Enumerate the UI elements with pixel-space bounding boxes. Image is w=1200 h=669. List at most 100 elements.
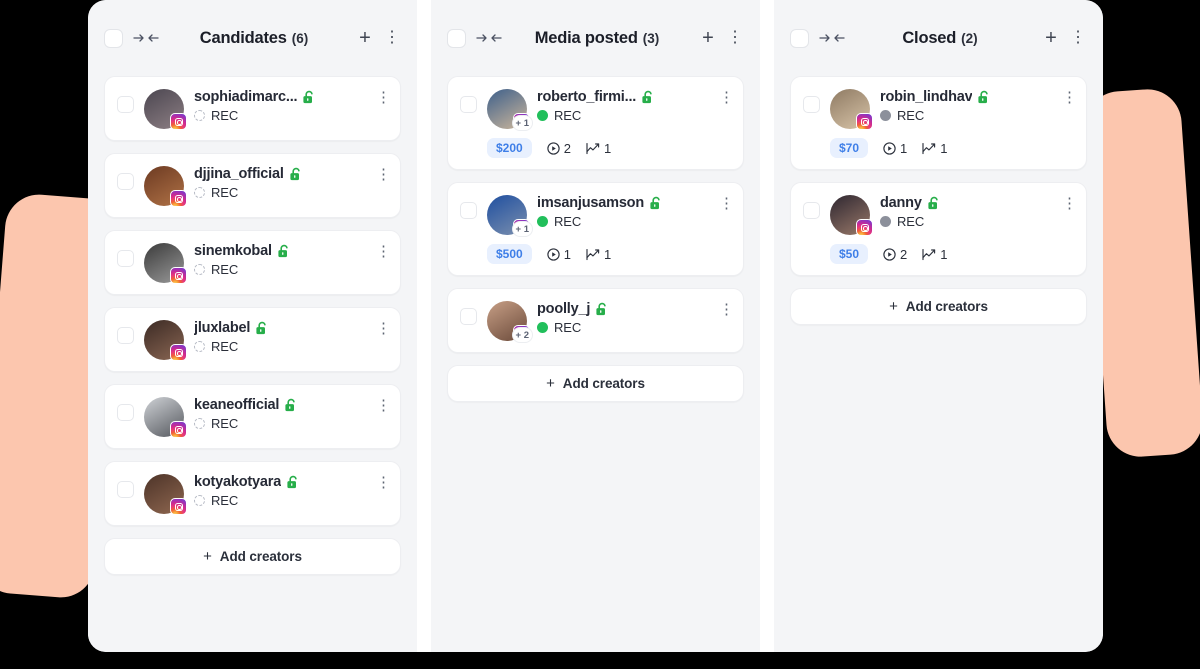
- card-menu-button[interactable]: ⋮: [1062, 90, 1077, 105]
- unlocked-icon[interactable]: [927, 196, 941, 211]
- card-info: roberto_firmi... REC: [537, 88, 709, 123]
- status-dot-pending: [194, 418, 205, 429]
- card-select-checkbox[interactable]: [803, 202, 820, 219]
- column-select-checkbox[interactable]: [447, 28, 466, 48]
- card-select-checkbox[interactable]: [117, 96, 134, 113]
- card-select-checkbox[interactable]: [117, 250, 134, 267]
- unlocked-icon[interactable]: [641, 90, 655, 105]
- add-creators-button[interactable]: + Add creators: [104, 538, 401, 575]
- avatar: [830, 195, 873, 236]
- unlocked-icon[interactable]: [649, 196, 663, 211]
- collapse-arrows-icon[interactable]: [819, 32, 845, 44]
- creator-username[interactable]: keaneofficial: [194, 397, 279, 413]
- unlocked-icon[interactable]: [255, 321, 269, 336]
- card-status-row: REC: [880, 108, 1052, 123]
- column-candidates: Candidates (6) + ⋮ sophiadimarc... REC ⋮ djjina…: [88, 0, 417, 652]
- card-menu-button[interactable]: ⋮: [376, 244, 391, 259]
- avatar-extra-count: + 1: [511, 115, 533, 131]
- card-select-checkbox[interactable]: [803, 96, 820, 113]
- creator-card[interactable]: robin_lindhav REC ⋮ $70 1 1: [790, 76, 1087, 170]
- creator-username[interactable]: jluxlabel: [194, 320, 250, 336]
- add-creators-button[interactable]: + Add creators: [790, 288, 1087, 325]
- creator-username[interactable]: imsanjusamson: [537, 195, 644, 211]
- card-select-checkbox[interactable]: [117, 327, 134, 344]
- creator-card[interactable]: + 1 roberto_firmi... REC ⋮ $200 2 1: [447, 76, 744, 170]
- unlocked-icon[interactable]: [302, 90, 316, 105]
- creator-username[interactable]: robin_lindhav: [880, 89, 972, 105]
- creator-card[interactable]: sinemkobal REC ⋮: [104, 230, 401, 295]
- avatar: + 1: [487, 89, 533, 131]
- add-card-button[interactable]: +: [355, 28, 375, 48]
- card-status-row: REC: [194, 339, 366, 354]
- creator-username[interactable]: djjina_official: [194, 166, 284, 182]
- card-select-checkbox[interactable]: [460, 308, 477, 325]
- status-label: REC: [554, 108, 582, 123]
- status-dot-pending: [194, 187, 205, 198]
- column-title: Media posted: [534, 28, 638, 47]
- collapse-arrows-icon[interactable]: [133, 32, 159, 44]
- avatar: [144, 166, 187, 207]
- column-select-checkbox[interactable]: [104, 28, 123, 48]
- card-name-row: djjina_official: [194, 166, 366, 182]
- status-dot-active: [537, 322, 548, 333]
- card-main-row: djjina_official REC ⋮: [117, 165, 391, 207]
- card-select-checkbox[interactable]: [117, 481, 134, 498]
- unlocked-icon[interactable]: [289, 167, 303, 182]
- card-name-row: jluxlabel: [194, 320, 366, 336]
- creator-card[interactable]: + 1 imsanjusamson REC ⋮ $500 1 1: [447, 182, 744, 276]
- column-cards: + 1 roberto_firmi... REC ⋮ $200 2 1 + 1 imsanjus…: [431, 76, 760, 652]
- card-menu-button[interactable]: ⋮: [376, 475, 391, 490]
- collapse-arrows-icon[interactable]: [476, 32, 502, 44]
- add-creators-button[interactable]: + Add creators: [447, 365, 744, 402]
- card-main-row: kotyakotyara REC ⋮: [117, 473, 391, 515]
- column-menu-button[interactable]: ⋮: [384, 28, 400, 48]
- card-status-row: REC: [194, 416, 366, 431]
- creator-card[interactable]: + 2 poolly_j REC ⋮: [447, 288, 744, 353]
- card-menu-button[interactable]: ⋮: [376, 167, 391, 182]
- card-info: poolly_j REC: [537, 300, 709, 335]
- card-status-row: REC: [880, 214, 1052, 229]
- creator-username[interactable]: roberto_firmi...: [537, 89, 636, 105]
- creator-username[interactable]: sophiadimarc...: [194, 89, 297, 105]
- creator-card[interactable]: kotyakotyara REC ⋮: [104, 461, 401, 526]
- creator-card[interactable]: jluxlabel REC ⋮: [104, 307, 401, 372]
- creator-card[interactable]: djjina_official REC ⋮: [104, 153, 401, 218]
- creator-card[interactable]: danny REC ⋮ $50 2 1: [790, 182, 1087, 276]
- status-label: REC: [211, 108, 239, 123]
- card-menu-button[interactable]: ⋮: [719, 302, 734, 317]
- creator-card[interactable]: keaneofficial REC ⋮: [104, 384, 401, 449]
- instagram-icon: [170, 267, 187, 284]
- creator-card[interactable]: sophiadimarc... REC ⋮: [104, 76, 401, 141]
- creator-username[interactable]: poolly_j: [537, 301, 590, 317]
- unlocked-icon[interactable]: [595, 302, 609, 317]
- column-count: (3): [642, 30, 660, 46]
- card-menu-button[interactable]: ⋮: [376, 90, 391, 105]
- card-info: djjina_official REC: [194, 165, 366, 200]
- unlocked-icon[interactable]: [277, 244, 291, 259]
- card-select-checkbox[interactable]: [460, 96, 477, 113]
- app-root: Candidates (6) + ⋮ sophiadimarc... REC ⋮ djjina…: [0, 0, 1200, 669]
- card-menu-button[interactable]: ⋮: [719, 90, 734, 105]
- unlocked-icon[interactable]: [286, 475, 300, 490]
- creator-username[interactable]: sinemkobal: [194, 243, 272, 259]
- stat-play-circle: 1: [547, 247, 571, 262]
- creator-username[interactable]: danny: [880, 195, 922, 211]
- play-circle-icon: [883, 247, 896, 261]
- add-card-button[interactable]: +: [1041, 28, 1061, 48]
- column-menu-button[interactable]: ⋮: [1070, 28, 1086, 48]
- card-select-checkbox[interactable]: [117, 173, 134, 190]
- column-menu-button[interactable]: ⋮: [727, 28, 743, 48]
- add-card-button[interactable]: +: [698, 28, 718, 48]
- card-name-row: roberto_firmi...: [537, 89, 709, 105]
- unlocked-icon[interactable]: [977, 90, 991, 105]
- card-select-checkbox[interactable]: [117, 404, 134, 421]
- unlocked-icon[interactable]: [284, 398, 298, 413]
- card-menu-button[interactable]: ⋮: [376, 321, 391, 336]
- status-dot-active: [537, 110, 548, 121]
- column-select-checkbox[interactable]: [790, 28, 809, 48]
- card-menu-button[interactable]: ⋮: [1062, 196, 1077, 211]
- creator-username[interactable]: kotyakotyara: [194, 474, 281, 490]
- card-select-checkbox[interactable]: [460, 202, 477, 219]
- card-menu-button[interactable]: ⋮: [376, 398, 391, 413]
- card-menu-button[interactable]: ⋮: [719, 196, 734, 211]
